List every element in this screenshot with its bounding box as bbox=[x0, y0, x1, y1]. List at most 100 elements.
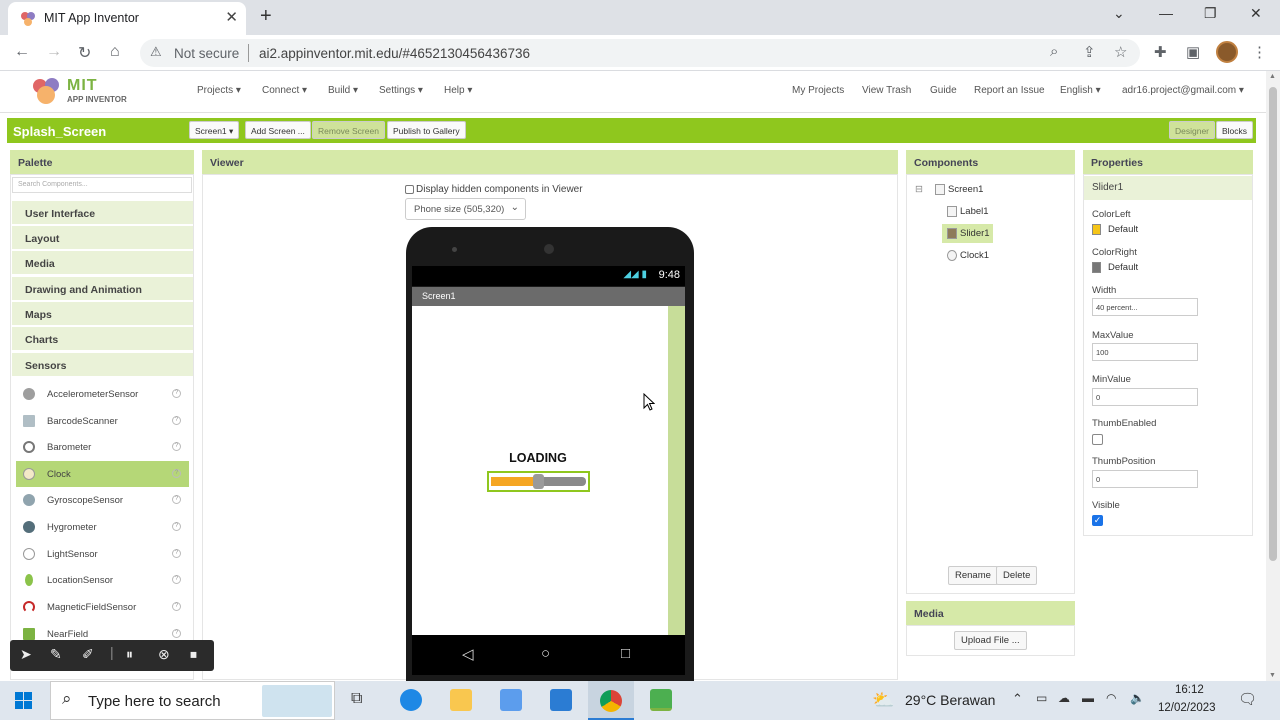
help-icon[interactable]: ? bbox=[172, 575, 181, 584]
windows-start-icon[interactable] bbox=[15, 692, 32, 709]
palette-category-media[interactable]: Media bbox=[12, 251, 193, 275]
app-inventor-logo[interactable]: MIT APP INVENTOR bbox=[30, 73, 130, 109]
pen-tool-icon[interactable]: ✎ bbox=[50, 646, 62, 663]
page-scrollbar-thumb[interactable] bbox=[1269, 87, 1277, 561]
extensions-icon[interactable]: ✚ bbox=[1154, 43, 1167, 61]
prop-minvalue-input[interactable]: 0 bbox=[1092, 388, 1198, 406]
palette-item-location[interactable]: LocationSensor ? bbox=[16, 567, 189, 593]
zoom-icon[interactable]: ⌕ bbox=[1050, 43, 1058, 60]
palette-search-input[interactable]: Search Components... bbox=[12, 177, 192, 193]
link-guide[interactable]: Guide bbox=[930, 85, 957, 96]
rename-button[interactable]: Rename bbox=[948, 566, 998, 585]
upload-file-button[interactable]: Upload File ... bbox=[954, 631, 1027, 650]
display-hidden-checkbox[interactable]: Display hidden components in Viewer bbox=[405, 184, 583, 195]
taskbar-time[interactable]: 16:12 bbox=[1175, 684, 1204, 696]
remove-screen-button[interactable]: Remove Screen bbox=[312, 121, 385, 139]
battery-icon[interactable]: ▬ bbox=[1082, 691, 1094, 705]
notification-icon[interactable]: 🗨 bbox=[1238, 690, 1257, 708]
help-icon[interactable]: ? bbox=[172, 522, 181, 531]
pause-icon[interactable]: ⏸ bbox=[126, 646, 133, 663]
help-icon[interactable]: ? bbox=[172, 549, 181, 558]
menu-build[interactable]: Build ▾ bbox=[328, 85, 358, 96]
chrome-taskbar-active[interactable] bbox=[588, 681, 634, 720]
tab-search-icon[interactable]: ⌄ bbox=[1113, 5, 1125, 22]
close-window-icon[interactable]: ✕ bbox=[1250, 5, 1262, 22]
menu-connect[interactable]: Connect ▾ bbox=[262, 85, 307, 96]
account-menu[interactable]: adr16.project@gmail.com ▾ bbox=[1122, 85, 1244, 96]
palette-category-charts[interactable]: Charts bbox=[12, 327, 193, 351]
prop-visible-checkbox[interactable]: ✓ bbox=[1092, 515, 1103, 526]
highlighter-tool-icon[interactable]: ✐ bbox=[82, 646, 94, 663]
designer-button[interactable]: Designer bbox=[1169, 121, 1216, 139]
close-tab-icon[interactable]: ✕ bbox=[225, 8, 238, 26]
mail-icon[interactable] bbox=[550, 689, 572, 711]
help-icon[interactable]: ? bbox=[172, 389, 181, 398]
not-secure-label[interactable]: Not secure bbox=[174, 46, 239, 61]
onedrive-cloud-icon[interactable]: ☁ bbox=[1058, 691, 1070, 705]
prop-thumbenabled-checkbox[interactable] bbox=[1092, 434, 1103, 445]
palette-item-hygrometer[interactable]: Hygrometer ? bbox=[16, 514, 189, 540]
profile-avatar[interactable] bbox=[1216, 41, 1238, 63]
slider-thumb[interactable] bbox=[533, 474, 544, 489]
blocks-button[interactable]: Blocks bbox=[1216, 121, 1254, 139]
taskbar-date[interactable]: 12/02/2023 bbox=[1158, 702, 1216, 714]
menu-projects[interactable]: Projects ▾ bbox=[197, 85, 241, 96]
browser-tab[interactable]: MIT App Inventor ✕ bbox=[8, 2, 246, 35]
palette-item-gyroscope[interactable]: GyroscopeSensor ? bbox=[16, 487, 189, 513]
wifi-icon[interactable]: ◠ bbox=[1106, 691, 1116, 705]
reload-icon[interactable]: ↻ bbox=[78, 43, 91, 63]
collapse-toggle-icon[interactable]: ⊟ bbox=[915, 184, 923, 195]
palette-category-sensors[interactable]: Sensors bbox=[12, 353, 193, 377]
tray-device-icon[interactable]: ▭ bbox=[1036, 691, 1047, 705]
link-my-projects[interactable]: My Projects bbox=[792, 85, 844, 96]
help-icon[interactable]: ? bbox=[172, 602, 181, 611]
url-input[interactable]: ⚠ Not secure ai2.appinventor.mit.edu/#46… bbox=[140, 39, 1140, 67]
scroll-up-icon[interactable]: ▲ bbox=[1269, 73, 1276, 80]
browser-menu-icon[interactable]: ⋮ bbox=[1252, 43, 1267, 61]
tray-chevron-up-icon[interactable]: ⌃ bbox=[1012, 691, 1023, 707]
restore-icon[interactable]: ❐ bbox=[1204, 5, 1217, 22]
phone-size-select[interactable]: Phone size (505,320) ⌄ bbox=[405, 198, 526, 220]
palette-category-user-interface[interactable]: User Interface bbox=[12, 201, 193, 225]
store-icon[interactable] bbox=[500, 689, 522, 711]
palette-item-barometer[interactable]: Barometer ? bbox=[16, 434, 189, 460]
palette-item-barcode[interactable]: BarcodeScanner ? bbox=[16, 408, 189, 434]
home-circle-icon[interactable]: ○ bbox=[541, 645, 550, 662]
forward-icon[interactable]: → bbox=[46, 43, 62, 61]
palette-item-light-sensor[interactable]: LightSensor ? bbox=[16, 541, 189, 567]
help-icon[interactable]: ? bbox=[172, 495, 181, 504]
new-tab-icon[interactable]: + bbox=[260, 5, 272, 28]
minimize-icon[interactable]: — bbox=[1159, 5, 1173, 21]
prop-width-input[interactable]: 40 percent... bbox=[1092, 298, 1198, 316]
prop-maxvalue-input[interactable]: 100 bbox=[1092, 343, 1198, 361]
link-report-issue[interactable]: Report an Issue bbox=[974, 85, 1045, 96]
phone-screen-scrollbar[interactable] bbox=[668, 306, 685, 635]
publish-gallery-button[interactable]: Publish to Gallery bbox=[387, 121, 466, 139]
palette-category-drawing[interactable]: Drawing and Animation bbox=[12, 277, 193, 301]
back-icon[interactable]: ← bbox=[14, 43, 30, 61]
checkbox-box[interactable] bbox=[405, 184, 414, 194]
tree-item-clock1[interactable]: Clock1 bbox=[947, 250, 989, 261]
slider-component[interactable] bbox=[487, 471, 590, 492]
cancel-icon[interactable]: ⊗ bbox=[158, 646, 170, 663]
volume-icon[interactable]: 🔈 bbox=[1130, 691, 1145, 705]
help-icon[interactable]: ? bbox=[172, 469, 181, 478]
bluestacks-icon[interactable] bbox=[650, 689, 672, 711]
menu-settings[interactable]: Settings ▾ bbox=[379, 85, 423, 96]
language-select[interactable]: English ▾ bbox=[1060, 85, 1101, 96]
edge-icon[interactable] bbox=[400, 689, 422, 711]
loading-label[interactable]: LOADING bbox=[488, 451, 588, 465]
scroll-down-icon[interactable]: ▼ bbox=[1269, 672, 1276, 679]
palette-item-magnetic-field[interactable]: MagneticFieldSensor ? bbox=[16, 594, 189, 620]
palette-item-clock[interactable]: Clock ? bbox=[16, 461, 189, 487]
warning-icon[interactable]: ⚠ bbox=[150, 44, 162, 60]
home-icon[interactable]: ⌂ bbox=[110, 43, 120, 61]
help-icon[interactable]: ? bbox=[172, 416, 181, 425]
side-panel-icon[interactable]: ▣ bbox=[1186, 43, 1200, 61]
link-view-trash[interactable]: View Trash bbox=[862, 85, 911, 96]
task-view-icon[interactable]: ⧉ bbox=[351, 690, 362, 708]
weather-text[interactable]: 29°C Berawan bbox=[905, 692, 995, 708]
bookmark-star-icon[interactable]: ☆ bbox=[1114, 43, 1127, 61]
add-screen-button[interactable]: Add Screen ... bbox=[245, 121, 311, 139]
tree-item-label1[interactable]: Label1 bbox=[947, 206, 989, 217]
